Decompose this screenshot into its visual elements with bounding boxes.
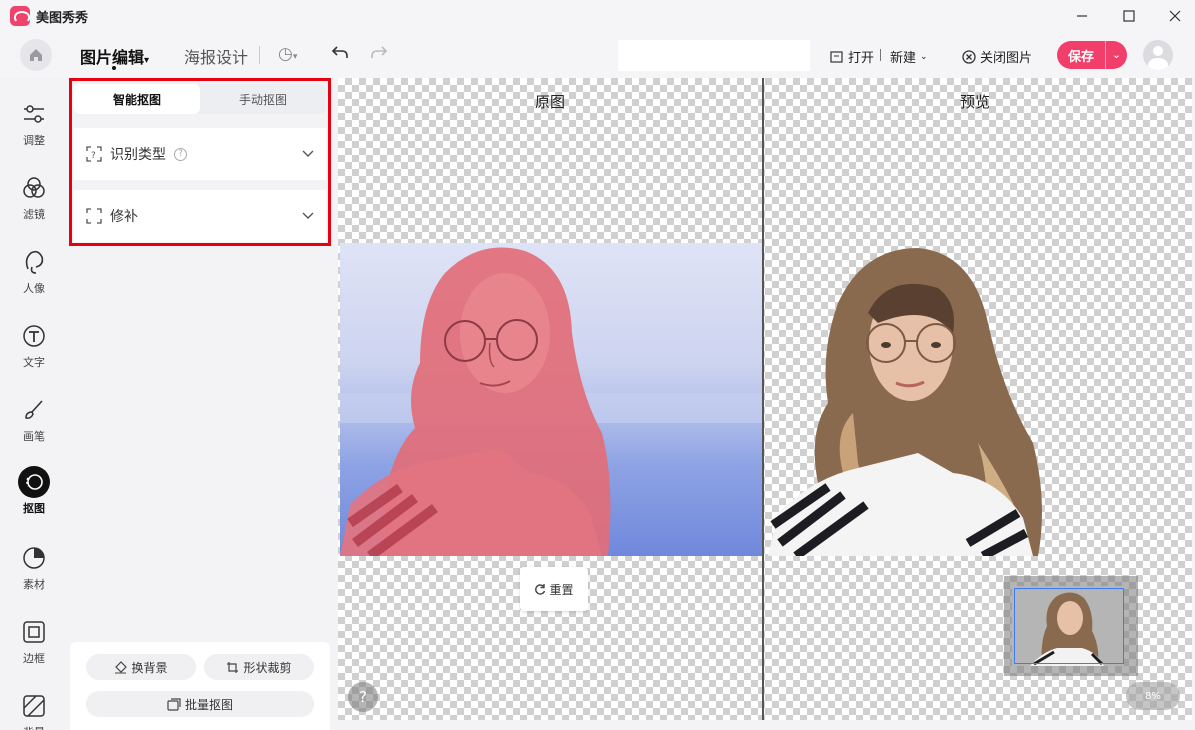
search-input[interactable] — [618, 40, 810, 71]
avatar[interactable] — [1143, 40, 1173, 70]
open-label: 打开 — [848, 51, 875, 66]
rail-label: 文字 — [23, 356, 45, 369]
rail-item-cutout[interactable]: 抠图 — [0, 466, 68, 526]
help-button[interactable]: ? — [348, 682, 378, 712]
rail-item-portrait[interactable]: 人像 — [0, 246, 68, 306]
home-icon — [30, 49, 42, 61]
app-name: 美图秀秀 — [36, 11, 89, 26]
close-icon[interactable] — [1160, 4, 1190, 28]
original-caption: 原图 — [535, 93, 566, 111]
tab-smart-cutout[interactable]: 智能抠图 — [74, 84, 200, 114]
background-icon — [18, 690, 50, 722]
batch-cutout-label: 批量抠图 — [184, 697, 233, 712]
rail-label: 素材 — [23, 578, 45, 591]
chevron-down-icon: ▾ — [144, 55, 150, 66]
change-background-label: 换背景 — [131, 660, 168, 675]
rail-label: 抠图 — [23, 502, 45, 515]
reset-button[interactable]: 重置 — [520, 567, 588, 611]
left-rail: 调整 滤镜 人像 文字 画笔 抠图 素材 边框 — [0, 78, 68, 730]
cutout-tools: 换背景 形状裁剪 批量抠图 — [70, 642, 330, 730]
chevron-down-icon: ⌄ — [920, 51, 928, 62]
frame-icon — [18, 616, 50, 648]
rail-label: 人像 — [23, 282, 45, 295]
tab-manual-cutout[interactable]: 手动抠图 — [200, 84, 326, 114]
history-icon[interactable]: ◷▾ — [278, 44, 297, 64]
rail-label: 调整 — [23, 134, 45, 147]
portrait-icon — [18, 246, 50, 278]
rail-item-frame[interactable]: 边框 — [0, 616, 68, 676]
redo-icon[interactable] — [370, 44, 388, 65]
shape-crop-button[interactable]: 形状裁剪 — [204, 654, 314, 680]
repair-icon — [86, 208, 102, 224]
reset-label: 重置 — [549, 582, 574, 597]
text-icon — [18, 320, 50, 352]
crop-icon — [227, 661, 239, 673]
cutout-mode-tabs: 智能抠图 手动抠图 — [74, 84, 326, 114]
toolbar-divider — [880, 49, 881, 61]
svg-text:?: ? — [91, 151, 96, 161]
canvas-area[interactable]: 原图 预览 重置 ? 8% — [338, 78, 1192, 720]
close-image-button[interactable]: 关闭图片 — [962, 47, 1032, 66]
section-recognition-type[interactable]: ? 识别类型 ? — [74, 128, 326, 180]
close-circle-icon — [962, 49, 976, 64]
save-label: 保存 — [1067, 49, 1094, 65]
compare-divider[interactable] — [762, 78, 764, 720]
home-button[interactable] — [20, 39, 52, 71]
toolbar-divider — [259, 46, 260, 64]
tab-image-edit[interactable]: 图片编辑▾ — [80, 44, 149, 68]
save-dropdown-icon[interactable]: ⌄ — [1105, 41, 1127, 69]
minimize-icon[interactable] — [1067, 4, 1097, 28]
rail-item-background[interactable]: 背景 — [0, 690, 68, 730]
app-logo-icon — [10, 6, 30, 26]
recognition-type-label: 识别类型 — [110, 147, 166, 163]
maximize-icon[interactable] — [1114, 4, 1144, 28]
brush-icon — [18, 394, 50, 426]
rail-label: 背景 — [23, 724, 45, 730]
rail-item-adjust[interactable]: 调整 — [0, 98, 68, 158]
paint-bucket-icon — [115, 660, 128, 673]
batch-icon — [167, 697, 181, 711]
section-repair[interactable]: 修补 — [74, 190, 326, 242]
rail-item-text[interactable]: 文字 — [0, 320, 68, 380]
filter-icon — [18, 172, 50, 204]
cutout-panel: 智能抠图 手动抠图 ? 识别类型 ? 修补 换背景 形状裁剪 批量抠图 — [70, 78, 330, 730]
title-bar: 美图秀秀 — [0, 0, 1195, 32]
active-tab-indicator — [112, 66, 116, 70]
rail-label: 边框 — [23, 652, 45, 665]
change-background-button[interactable]: 换背景 — [86, 654, 196, 680]
original-image — [340, 243, 762, 556]
undo-icon[interactable] — [331, 44, 349, 65]
rail-item-filter[interactable]: 滤镜 — [0, 172, 68, 232]
rail-label: 画笔 — [23, 430, 45, 443]
shape-crop-label: 形状裁剪 — [243, 660, 292, 675]
rail-item-sticker[interactable]: 素材 — [0, 542, 68, 602]
rail-label: 滤镜 — [23, 208, 45, 221]
rail-item-brush[interactable]: 画笔 — [0, 394, 68, 454]
tab-image-edit-label: 图片编辑 — [80, 48, 145, 67]
save-button[interactable]: 保存 ⌄ — [1057, 41, 1127, 69]
help-icon[interactable]: ? — [174, 147, 187, 161]
sliders-icon — [18, 98, 50, 130]
tab-poster-design[interactable]: 海报设计 — [184, 44, 248, 68]
close-image-label: 关闭图片 — [980, 51, 1033, 66]
new-label: 新建 — [890, 51, 917, 66]
reset-icon — [535, 584, 546, 595]
preview-caption: 预览 — [960, 93, 991, 111]
chevron-down-icon — [302, 209, 314, 223]
recognition-type-icon: ? — [86, 146, 102, 162]
sticker-icon — [18, 542, 50, 574]
open-icon — [830, 50, 843, 63]
toolbar: 图片编辑▾ 海报设计 ◷▾ 打开 新建 ⌄ 关闭图片 保存 ⌄ — [0, 32, 1195, 78]
zoom-level[interactable]: 8% — [1126, 682, 1180, 710]
cutout-icon — [18, 466, 50, 498]
open-button[interactable]: 打开 — [830, 47, 874, 66]
preview-image — [768, 243, 1068, 556]
chevron-down-icon — [302, 147, 314, 161]
batch-cutout-button[interactable]: 批量抠图 — [86, 691, 314, 717]
repair-label: 修补 — [110, 209, 138, 225]
new-button[interactable]: 新建 ⌄ — [890, 47, 928, 66]
navigator-viewport[interactable] — [1014, 588, 1124, 664]
